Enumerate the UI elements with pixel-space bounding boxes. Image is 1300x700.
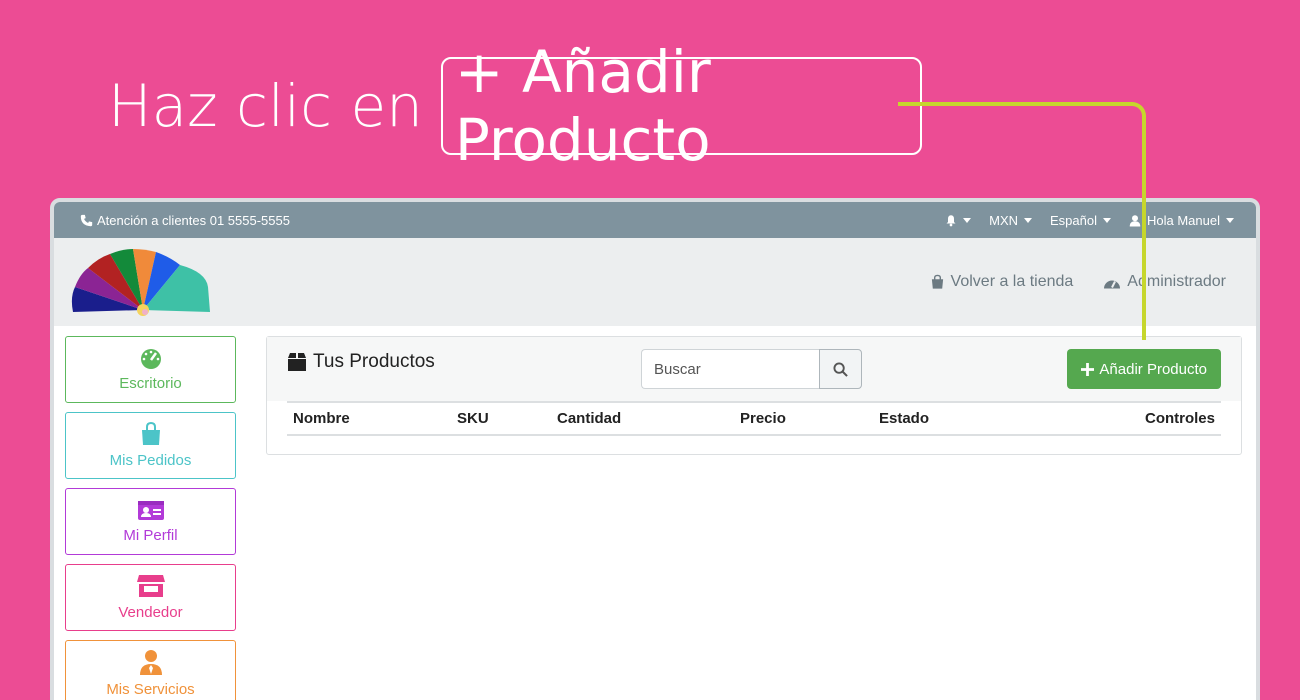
- dashboard-icon: [140, 349, 161, 369]
- sidebar-item-vendedor[interactable]: Vendedor: [65, 564, 236, 631]
- headline-prefix: Haz clic en: [108, 72, 423, 140]
- search-icon: [833, 361, 848, 377]
- back-to-store-label: Volver a la tienda: [950, 273, 1074, 290]
- add-product-button[interactable]: Añadir Producto: [1067, 349, 1221, 389]
- box-icon: [288, 353, 306, 371]
- sidebar-item-mi-perfil[interactable]: Mi Perfil: [65, 488, 236, 555]
- id-card-icon: [137, 501, 164, 520]
- app-window: Atención a clientes 01 5555-5555 MXN Esp…: [50, 198, 1260, 700]
- chevron-down-icon: [1226, 217, 1234, 223]
- headline-highlight: + Añadir Producto: [440, 38, 922, 174]
- language-dropdown[interactable]: Español: [1050, 213, 1111, 228]
- search-input[interactable]: [641, 349, 819, 389]
- search-group: [641, 349, 862, 389]
- sidebar-item-escritorio[interactable]: Escritorio: [65, 336, 236, 403]
- logo[interactable]: [70, 242, 212, 322]
- add-product-label: Añadir Producto: [1099, 360, 1207, 378]
- chevron-down-icon: [1024, 217, 1033, 223]
- column-header-controles[interactable]: Controles: [1145, 410, 1215, 427]
- connector-line-corner: [1122, 102, 1146, 126]
- products-panel: Tus Productos Buscar Añadir Producto Nom…: [266, 336, 1242, 455]
- sidebar-item-label: Escritorio: [119, 375, 182, 392]
- site-header: Volver a la tienda Administrador: [54, 238, 1256, 326]
- connector-line-horizontal: [898, 102, 1134, 106]
- sidebar: Escritorio Mis Pedidos Mi Perfil Vendedo…: [65, 336, 236, 700]
- customer-service-text: Atención a clientes 01 5555-5555: [97, 212, 290, 228]
- dashboard-icon: [1104, 280, 1121, 288]
- user-icon: [1129, 214, 1141, 226]
- shopping-bag-icon: [141, 422, 160, 445]
- store-icon: [136, 575, 165, 597]
- currency-label: MXN: [989, 212, 1019, 228]
- currency-dropdown[interactable]: MXN: [989, 212, 1033, 228]
- column-header-sku[interactable]: SKU: [457, 410, 489, 427]
- sidebar-item-label: Mis Servicios: [106, 681, 195, 698]
- sidebar-item-mis-servicios[interactable]: Mis Servicios: [65, 640, 236, 700]
- sidebar-item-label: Vendedor: [118, 604, 183, 621]
- column-header-precio[interactable]: Precio: [740, 410, 786, 427]
- table-header: Nombre SKU Cantidad Precio Estado Contro…: [287, 403, 1221, 436]
- panel-title: Tus Productos: [313, 351, 435, 372]
- bell-icon: [946, 214, 956, 226]
- admin-link[interactable]: Administrador: [1103, 273, 1226, 291]
- column-header-estado[interactable]: Estado: [879, 410, 929, 427]
- plus-icon: [1081, 362, 1095, 376]
- column-header-nombre[interactable]: Nombre: [293, 410, 350, 427]
- phone-icon: [80, 214, 93, 226]
- chevron-down-icon: [963, 217, 972, 223]
- user-tie-icon: [139, 650, 162, 675]
- connector-line-vertical: [1142, 124, 1146, 340]
- chevron-down-icon: [1103, 217, 1111, 223]
- top-bar: Atención a clientes 01 5555-5555 MXN Esp…: [54, 202, 1256, 238]
- user-greeting: Hola Manuel: [1147, 212, 1220, 228]
- products-table: Nombre SKU Cantidad Precio Estado Contro…: [287, 401, 1221, 436]
- sidebar-item-label: Mi Perfil: [123, 527, 178, 544]
- tutorial-headline: Haz clic en + Añadir Producto: [108, 38, 922, 174]
- language-label: Español: [1050, 212, 1097, 228]
- shopping-bag-icon: [931, 274, 943, 289]
- column-header-cantidad[interactable]: Cantidad: [557, 410, 621, 427]
- back-to-store-link[interactable]: Volver a la tienda: [930, 273, 1074, 291]
- notifications-dropdown[interactable]: [945, 214, 972, 227]
- sidebar-item-mis-pedidos[interactable]: Mis Pedidos: [65, 412, 236, 479]
- search-button[interactable]: [819, 349, 862, 389]
- sidebar-item-label: Mis Pedidos: [109, 452, 192, 469]
